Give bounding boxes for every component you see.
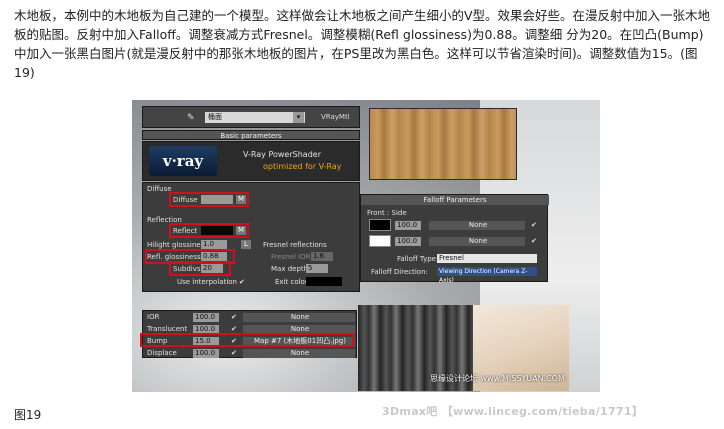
- front-amount-field[interactable]: 100.0: [395, 221, 421, 230]
- map-row-ior: IOR 100.0 ✔ None: [143, 312, 358, 323]
- map-name: Translucent: [147, 325, 188, 333]
- fresnel-ior-field[interactable]: 1.6: [311, 252, 333, 261]
- vray-banner: v·ray V-Ray PowerShader optimized for V-…: [142, 141, 360, 181]
- image-watermark: 思缘设计论坛 www.MISSYUAN.COM: [430, 374, 565, 383]
- falloff-direction-select[interactable]: Viewing Direction (Camera Z-Axis): [437, 267, 537, 284]
- front-color-swatch[interactable]: [369, 219, 391, 231]
- use-interpolation-label: Use interpolation: [177, 278, 237, 286]
- side-color-swatch[interactable]: [369, 235, 391, 247]
- wood-texture-preview: [369, 108, 517, 180]
- use-interpolation-checkbox[interactable]: ✔: [239, 278, 245, 286]
- article-paragraph: 木地板，本例中的木地板为自己建的一个模型。这样做会让木地板之间产生细小的V型。效…: [14, 8, 711, 80]
- side-enable-checkbox[interactable]: ✔: [531, 237, 537, 245]
- fresnel-ior-label: Fresnel IOR: [271, 253, 311, 261]
- shader-title: V-Ray PowerShader: [243, 150, 321, 159]
- front-side-label: Front : Side: [367, 209, 407, 217]
- vray-logo: v·ray: [149, 146, 217, 176]
- map-amount-field[interactable]: 100.0: [193, 313, 219, 322]
- map-name: IOR: [147, 313, 160, 321]
- basic-parameters-rollout[interactable]: Basic parameters: [142, 130, 360, 140]
- falloff-rollout-title[interactable]: Falloff Parameters: [361, 195, 549, 205]
- diffuse-group-label: Diffuse: [147, 185, 172, 193]
- eyedropper-icon[interactable]: ✎: [187, 113, 195, 123]
- reflect-highlight: [169, 223, 249, 238]
- material-type-button[interactable]: VRayMtl: [321, 113, 350, 121]
- diffuse-highlight: [169, 192, 249, 207]
- max-depth-label: Max depth: [271, 265, 309, 273]
- side-map-button[interactable]: None: [429, 237, 525, 246]
- side-amount-field[interactable]: 100.0: [395, 237, 421, 246]
- shader-subtitle: optimized for V-Ray: [263, 162, 342, 171]
- material-name-field[interactable]: 桶面: [205, 112, 305, 123]
- map-enable-checkbox[interactable]: ✔: [231, 325, 237, 333]
- subdivs-highlight: [169, 261, 231, 276]
- front-enable-checkbox[interactable]: ✔: [531, 221, 537, 229]
- falloff-type-select[interactable]: Fresnel: [437, 254, 537, 263]
- map-row-displace: Displace 100.0 ✔ None: [143, 348, 358, 359]
- exit-color-swatch[interactable]: [306, 277, 342, 286]
- falloff-parameters-panel: Falloff Parameters Front : Side 100.0 No…: [360, 194, 549, 284]
- material-header: ✎ 桶面 ▾ VRayMtl: [142, 106, 360, 128]
- map-slot-button[interactable]: None: [243, 313, 355, 322]
- fresnel-reflections-label: Fresnel reflections: [263, 241, 327, 249]
- falloff-type-label: Falloff Type:: [397, 255, 439, 263]
- map-amount-field[interactable]: 100.0: [193, 349, 219, 358]
- bump-highlight: [140, 333, 354, 347]
- material-dropdown-button[interactable]: ▾: [293, 112, 304, 123]
- exit-color-label: Exit color: [275, 278, 308, 286]
- front-map-button[interactable]: None: [429, 221, 525, 230]
- falloff-direction-label: Falloff Direction:: [371, 268, 428, 276]
- map-enable-checkbox[interactable]: ✔: [231, 313, 237, 321]
- figure-19-screenshot: ✎ 桶面 ▾ VRayMtl Basic parameters v·ray V-…: [132, 100, 600, 392]
- max-depth-field[interactable]: 5: [306, 264, 328, 273]
- map-name: Displace: [147, 349, 177, 357]
- map-enable-checkbox[interactable]: ✔: [231, 349, 237, 357]
- map-slot-button[interactable]: None: [243, 349, 355, 358]
- site-watermark: 3Dmax吧 【www.linceg.com/tieba/1771】: [382, 405, 644, 418]
- figure-caption: 图19: [14, 408, 42, 422]
- lock-button[interactable]: L: [241, 240, 251, 249]
- material-parameters: Diffuse Diffuse M Reflection Reflect M H…: [142, 182, 360, 292]
- hilight-glossiness-field[interactable]: 1.0: [201, 240, 227, 249]
- hilight-glossiness-label: Hilight glossiness: [147, 241, 208, 249]
